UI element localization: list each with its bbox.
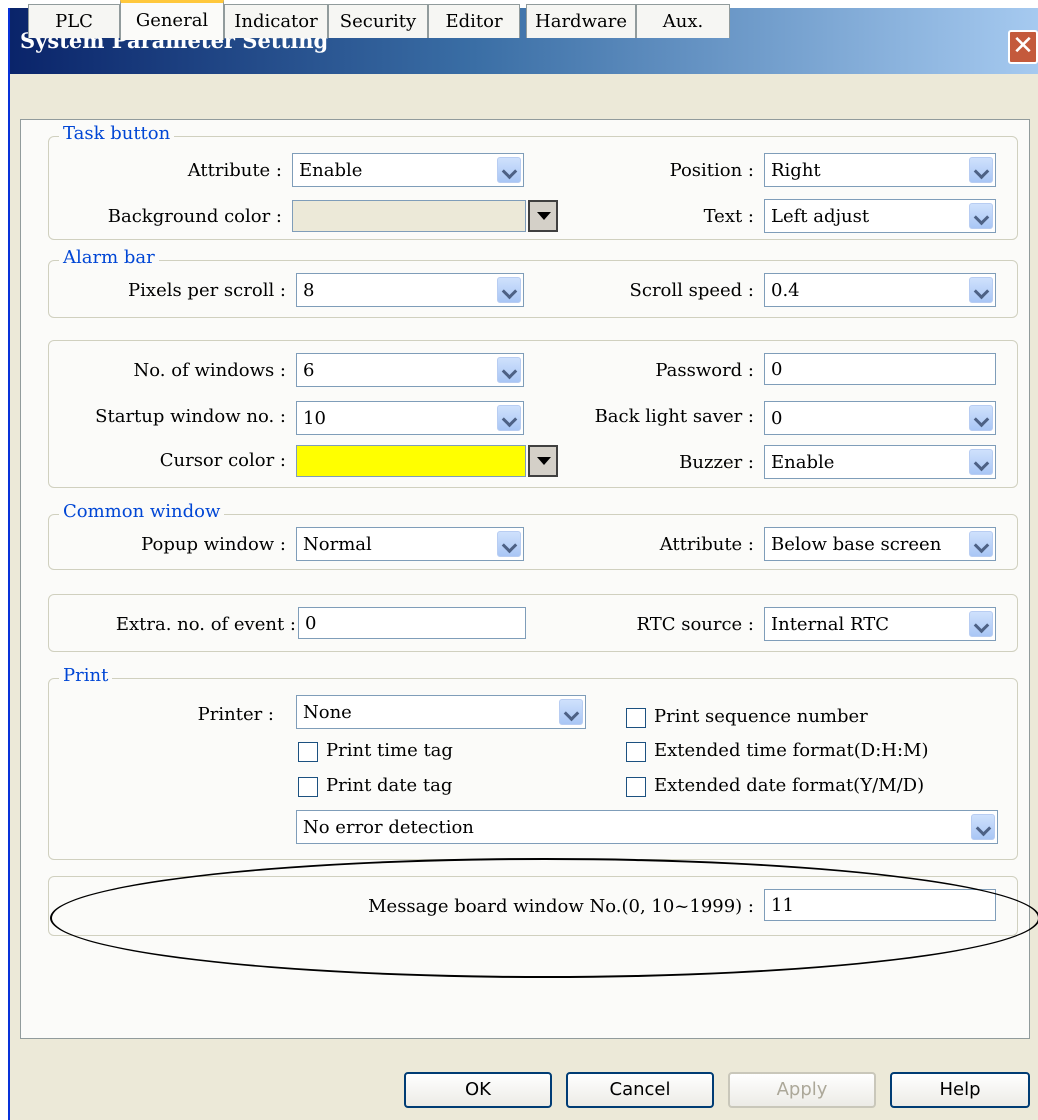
startup-window-value: 10: [303, 408, 326, 429]
printer-label: Printer :: [197, 704, 274, 725]
common-attribute-label: Attribute :: [659, 534, 754, 555]
chevron-down-icon[interactable]: [497, 405, 521, 431]
task-attribute-select[interactable]: Enable: [292, 153, 524, 187]
tab-hardware[interactable]: Hardware: [526, 4, 636, 38]
chevron-down-icon[interactable]: [969, 449, 993, 475]
scroll-speed-label: Scroll speed :: [629, 280, 754, 301]
buzzer-select[interactable]: Enable: [764, 445, 996, 479]
printer-value: None: [303, 702, 352, 723]
print-date-tag-checkbox[interactable]: [298, 777, 318, 797]
cursor-color-dropdown-button[interactable]: [528, 445, 558, 477]
chevron-down-icon[interactable]: [497, 157, 521, 183]
help-button[interactable]: Help: [890, 1072, 1030, 1108]
extended-date-checkbox[interactable]: [626, 777, 646, 797]
chevron-down-icon[interactable]: [497, 357, 521, 383]
cursor-color-swatch[interactable]: [296, 445, 526, 477]
tab-general[interactable]: General: [120, 0, 224, 40]
chevron-down-icon[interactable]: [497, 531, 521, 557]
print-time-tag-checkbox[interactable]: [298, 742, 318, 762]
highlight-ellipse: [50, 858, 1038, 978]
error-detection-value: No error detection: [303, 817, 474, 838]
extended-time-checkbox[interactable]: [626, 742, 646, 762]
rtc-source-value: Internal RTC: [771, 614, 890, 635]
chevron-down-icon[interactable]: [969, 157, 993, 183]
buzzer-label: Buzzer :: [679, 452, 754, 473]
tab-editor[interactable]: Editor: [428, 4, 520, 38]
windows-count-select[interactable]: 6: [296, 353, 524, 387]
task-attribute-label: Attribute :: [187, 160, 282, 181]
backlight-saver-select[interactable]: 0: [764, 401, 996, 435]
tab-plc[interactable]: PLC: [28, 4, 120, 38]
pixels-per-scroll-value: 8: [303, 280, 315, 301]
password-label: Password :: [655, 360, 754, 381]
startup-window-label: Startup window no. :: [95, 406, 286, 427]
pixels-per-scroll-select[interactable]: 8: [296, 273, 524, 307]
error-detection-select[interactable]: No error detection: [296, 810, 998, 844]
chevron-down-icon[interactable]: [969, 203, 993, 229]
chevron-down-icon[interactable]: [969, 277, 993, 303]
task-position-label: Position :: [669, 160, 754, 181]
task-attribute-value: Enable: [299, 160, 363, 181]
task-text-label: Text :: [703, 206, 754, 227]
chevron-down-icon[interactable]: [971, 814, 995, 840]
rtc-source-label: RTC source :: [636, 614, 754, 635]
print-date-tag-label: Print date tag: [326, 775, 453, 796]
ok-button[interactable]: OK: [404, 1072, 552, 1108]
cancel-button[interactable]: Cancel: [566, 1072, 714, 1108]
tab-indicator[interactable]: Indicator: [224, 4, 328, 38]
backlight-saver-label: Back light saver :: [594, 406, 754, 427]
close-button[interactable]: ✕: [1008, 30, 1038, 64]
cursor-color-label: Cursor color :: [159, 450, 286, 471]
popup-window-value: Normal: [303, 534, 372, 555]
apply-button[interactable]: Apply: [728, 1072, 876, 1108]
extra-event-input[interactable]: 0: [298, 607, 526, 639]
common-window-legend: Common window: [59, 501, 225, 522]
extended-date-label: Extended date format(Y/M/D): [654, 775, 925, 796]
chevron-down-icon[interactable]: [969, 405, 993, 431]
scroll-speed-value: 0.4: [771, 280, 800, 301]
common-attribute-select[interactable]: Below base screen: [764, 527, 996, 561]
task-bgcolor-swatch[interactable]: [292, 200, 526, 232]
buzzer-value: Enable: [771, 452, 835, 473]
extended-time-label: Extended time format(D:H:M): [654, 740, 929, 761]
tab-security[interactable]: Security: [328, 4, 428, 38]
print-time-tag-label: Print time tag: [326, 740, 453, 761]
rtc-source-select[interactable]: Internal RTC: [764, 607, 996, 641]
chevron-down-icon[interactable]: [559, 699, 583, 725]
common-attribute-value: Below base screen: [771, 534, 942, 555]
pixels-per-scroll-label: Pixels per scroll :: [128, 280, 286, 301]
extra-event-label: Extra. no. of event :: [115, 614, 296, 635]
close-icon: ✕: [1012, 31, 1034, 61]
task-text-select[interactable]: Left adjust: [764, 199, 996, 233]
popup-window-select[interactable]: Normal: [296, 527, 524, 561]
print-sequence-label: Print sequence number: [654, 706, 868, 727]
chevron-down-icon[interactable]: [497, 277, 521, 303]
alarm-bar-legend: Alarm bar: [59, 247, 159, 268]
task-position-value: Right: [771, 160, 821, 181]
scroll-speed-select[interactable]: 0.4: [764, 273, 996, 307]
chevron-down-icon[interactable]: [969, 611, 993, 637]
extra-event-value: 0: [305, 613, 317, 634]
task-button-legend: Task button: [59, 123, 175, 144]
task-bgcolor-label: Background color :: [107, 206, 282, 227]
chevron-down-icon[interactable]: [969, 531, 993, 557]
windows-count-label: No. of windows :: [133, 360, 286, 381]
task-text-value: Left adjust: [771, 206, 870, 227]
task-position-select[interactable]: Right: [764, 153, 996, 187]
password-value: 0: [771, 359, 783, 380]
print-legend: Print: [59, 665, 113, 686]
password-input[interactable]: 0: [764, 353, 996, 385]
printer-select[interactable]: None: [296, 695, 586, 729]
tab-aux[interactable]: Aux.: [636, 4, 730, 38]
print-sequence-checkbox[interactable]: [626, 708, 646, 728]
windows-count-value: 6: [303, 360, 315, 381]
popup-window-label: Popup window :: [141, 534, 286, 555]
startup-window-select[interactable]: 10: [296, 401, 524, 435]
backlight-saver-value: 0: [771, 408, 783, 429]
task-bgcolor-dropdown-button[interactable]: [528, 200, 558, 232]
